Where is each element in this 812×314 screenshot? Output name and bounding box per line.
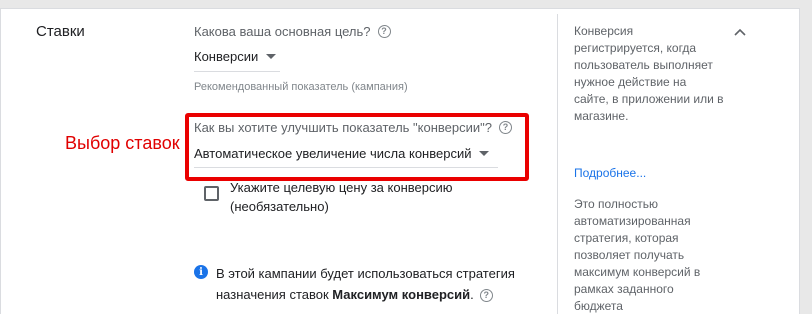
chevron-up-icon[interactable] bbox=[732, 24, 748, 40]
section-title: Ставки bbox=[36, 23, 85, 40]
goal-dropdown[interactable]: Конверсии bbox=[194, 42, 280, 72]
goal-hint: Рекомендованный показатель (кампания) bbox=[194, 81, 408, 93]
target-cpa-checkbox[interactable] bbox=[204, 186, 219, 201]
help-circle-icon[interactable]: ? bbox=[498, 121, 512, 134]
sidebar-conversion-help: Конверсия регистрируется, когда пользова… bbox=[574, 24, 724, 123]
learn-more-link[interactable]: Подробнее... bbox=[574, 166, 646, 180]
bidding-strategy-dropdown[interactable]: Автоматическое увеличение числа конверси… bbox=[194, 140, 498, 168]
sidebar-divider bbox=[557, 14, 558, 314]
bidding-question: Как вы хотите улучшить показатель "конве… bbox=[194, 120, 512, 135]
help-circle-icon[interactable]: ? bbox=[479, 289, 493, 303]
goal-question-text: Какова ваша основная цель? bbox=[194, 24, 371, 39]
sidebar-strategy-help: Это полностью автоматизированная стратег… bbox=[574, 197, 701, 313]
help-circle-icon[interactable]: ? bbox=[377, 25, 391, 38]
caret-down-icon bbox=[266, 54, 277, 59]
strategy-name: Максимум конверсий bbox=[332, 287, 471, 302]
goal-dropdown-value: Конверсии bbox=[194, 49, 259, 64]
target-cpa-label[interactable]: Укажите целевую цену за конверсию (необя… bbox=[230, 178, 470, 216]
goal-question: Какова ваша основная цель? ? bbox=[194, 24, 391, 39]
strategy-info-end: . bbox=[470, 287, 474, 302]
bidding-strategy-value: Автоматическое увеличение числа конверси… bbox=[194, 146, 472, 161]
strategy-info: В этой кампании будет использоваться стр… bbox=[216, 263, 546, 305]
info-icon: i bbox=[194, 265, 208, 279]
caret-down-icon bbox=[479, 151, 490, 156]
annotation-label: Выбор ставок bbox=[65, 133, 180, 153]
bidding-question-text: Как вы хотите улучшить показатель "конве… bbox=[194, 120, 492, 135]
